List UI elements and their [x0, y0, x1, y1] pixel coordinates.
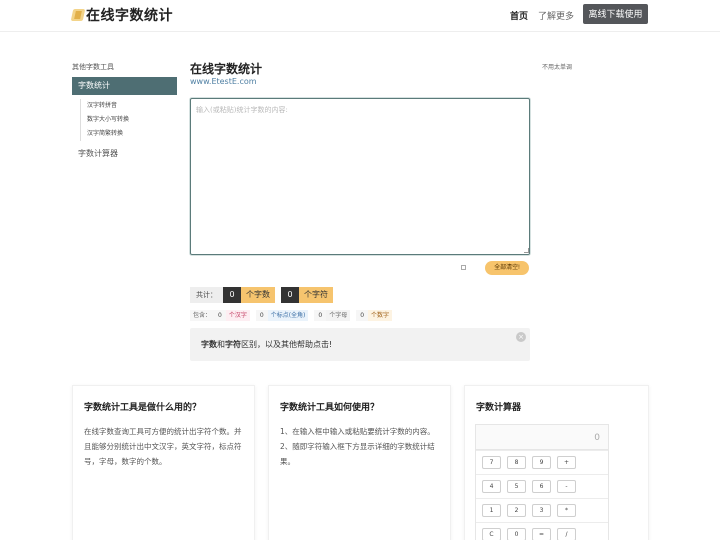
nav-home-link[interactable]: 首页 — [510, 9, 528, 22]
card-calculator-title: 字数计算器 — [476, 403, 522, 413]
digit-unit: 个数字 — [368, 310, 393, 321]
letter-count: 0 — [314, 310, 327, 321]
calc-key-2[interactable]: 2 — [507, 504, 526, 517]
total-label: 共计： — [190, 287, 223, 303]
copy-icon[interactable] — [461, 265, 466, 270]
symbol-count-unit: 个字符 — [299, 287, 333, 303]
content-input[interactable] — [190, 98, 530, 255]
hanzi-count: 0 — [214, 310, 226, 321]
char-count-unit: 个字数 — [241, 287, 275, 303]
calculator-row: 7 8 9 + — [476, 450, 608, 474]
site-url-link[interactable]: www.EtestE.com — [190, 77, 257, 86]
char-count-value: 0 — [223, 287, 241, 303]
help-word-count: 字数 — [201, 340, 217, 349]
calc-key-4[interactable]: 4 — [482, 480, 501, 493]
nav-more-link[interactable]: 了解更多 — [538, 9, 574, 22]
calc-key-8[interactable]: 8 — [507, 456, 526, 469]
clear-all-button[interactable]: 全部清空! — [485, 261, 529, 275]
calc-key-9[interactable]: 9 — [532, 456, 551, 469]
hanzi-unit: 个汉字 — [225, 310, 250, 321]
calc-key-3[interactable]: 3 — [532, 504, 551, 517]
site-logo[interactable]: 在线字数统计 — [70, 6, 173, 24]
card-how-title: 字数统计工具如何使用？ — [280, 403, 380, 413]
calc-key-multiply[interactable]: * — [557, 504, 576, 517]
card-how: 字数统计工具如何使用？ 1、在输入框中输入或粘贴要统计字数的内容。 2、随即字符… — [268, 385, 451, 540]
calc-key-1[interactable]: 1 — [482, 504, 501, 517]
card-what-title: 字数统计工具是做什么用的？ — [84, 403, 202, 413]
site-header: 在线字数统计 首页 了解更多 离线下载使用 — [0, 0, 720, 32]
card-what: 字数统计工具是做什么用的？ 在线字数查询工具可方便的统计出字符个数。并且能够分别… — [72, 385, 255, 540]
digit-count: 0 — [356, 310, 369, 321]
help-banner: 字数和字符区别，以及其他帮助点击! × — [190, 328, 530, 361]
calc-key-6[interactable]: 6 — [532, 480, 551, 493]
symbol-count-value: 0 — [281, 287, 299, 303]
calculator-row: 4 5 6 - — [476, 474, 608, 498]
offline-download-button[interactable]: 离线下载使用 — [583, 4, 648, 24]
calculator-display: 0 — [475, 424, 609, 450]
calc-key-plus[interactable]: + — [557, 456, 576, 469]
card-how-body: 1、在输入框中输入或粘贴要统计字数的内容。 2、随即字符输入框下方显示详细的字数… — [280, 424, 442, 469]
card-calculator: 字数计算器 0 7 8 9 + 4 5 6 - 1 2 3 * C 0 = / — [464, 385, 649, 540]
calc-key-5[interactable]: 5 — [507, 480, 526, 493]
detail-breakdown: 包含： 0 个汉字 0 个标点(全角) 0 个字母 0 个数字 — [190, 310, 398, 321]
calc-key-7[interactable]: 7 — [482, 456, 501, 469]
card-what-body: 在线字数查询工具可方便的统计出字符个数。并且能够分别统计出中文汉字，英文字符，标… — [84, 427, 242, 466]
page-title: 在线字数统计 — [190, 62, 263, 76]
help-and: 和 — [217, 340, 225, 349]
resize-handle-icon[interactable] — [524, 248, 529, 253]
calculator-keypad: 7 8 9 + 4 5 6 - 1 2 3 * C 0 = / — [475, 450, 609, 540]
sidebar-item-word-count[interactable]: 字数统计 — [72, 77, 177, 95]
calc-key-clear[interactable]: C — [482, 528, 501, 540]
calc-key-equals[interactable]: = — [532, 528, 551, 540]
side-note: 不用太单调 — [542, 64, 573, 71]
sidebar-sub-list: 汉字转拼音 数字大小写转换 汉字简繁转换 — [80, 99, 129, 141]
calc-key-0[interactable]: 0 — [507, 528, 526, 540]
help-word-char: 字符 — [225, 340, 241, 349]
logo-text: 在线字数统计 — [86, 8, 173, 24]
card-how-step-1: 1、在输入框中输入或粘贴要统计字数的内容。 — [280, 427, 435, 436]
sidebar-item-pinyin[interactable]: 汉字转拼音 — [87, 99, 129, 113]
calc-key-divide[interactable]: / — [557, 528, 576, 540]
calc-key-minus[interactable]: - — [557, 480, 576, 493]
card-how-step-2: 2、随即字符输入框下方显示详细的字数统计结果。 — [280, 442, 435, 466]
logo-icon — [70, 9, 86, 21]
help-rest: 区别，以及其他帮助点击! — [241, 340, 333, 349]
punct-unit: 个标点(全角) — [267, 310, 309, 321]
sidebar-item-calculator[interactable]: 字数计算器 — [78, 148, 118, 159]
letter-unit: 个字母 — [326, 310, 351, 321]
calculator-row: C 0 = / — [476, 522, 608, 540]
detail-label: 包含： — [190, 310, 215, 321]
sidebar-section-title: 其他字数工具 — [72, 63, 114, 71]
punct-count: 0 — [255, 310, 268, 321]
total-summary: 共计： 0 个字数 0 个字符 — [190, 287, 339, 303]
sidebar-item-number-case[interactable]: 数字大小写转换 — [87, 113, 129, 127]
calculator-row: 1 2 3 * — [476, 498, 608, 522]
help-link[interactable]: 字数和字符区别，以及其他帮助点击! — [201, 339, 332, 350]
sidebar-item-trad-simp[interactable]: 汉字简繁转换 — [87, 127, 129, 141]
close-icon[interactable]: × — [516, 332, 526, 342]
